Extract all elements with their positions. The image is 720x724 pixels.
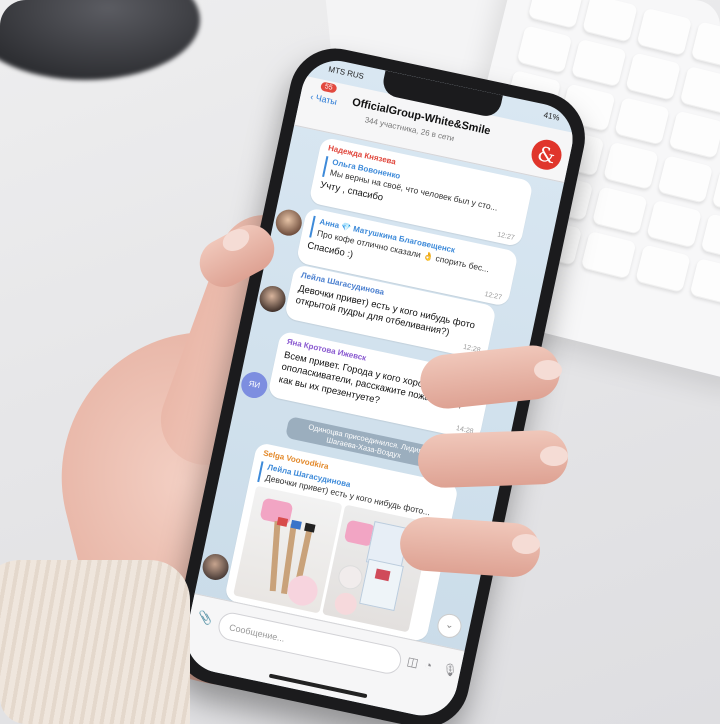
photo-scene: ‹ Чаты 55 OfficialGroup-White&Smile 344 … [0, 0, 720, 724]
group-avatar[interactable]: & [528, 136, 565, 173]
microphone-icon[interactable]: 🎙 [441, 662, 459, 679]
unread-badge: 55 [319, 81, 338, 94]
user-avatar[interactable] [257, 283, 288, 315]
paperclip-icon[interactable]: 📎 [196, 610, 214, 627]
sticker-icon[interactable]: ◫ [406, 654, 420, 670]
back-button[interactable]: ‹ Чаты [309, 92, 337, 107]
background-dark-object [0, 0, 200, 80]
fingernail [534, 360, 562, 380]
user-avatar[interactable] [200, 551, 232, 583]
user-avatar[interactable] [273, 207, 305, 239]
carrier-label: MTS RUS [327, 64, 365, 81]
sweater-sleeve [0, 560, 190, 724]
user-avatar[interactable]: ЯИ [238, 369, 270, 401]
clock-icon[interactable]: ◔ [423, 658, 433, 673]
fingernail [540, 446, 568, 466]
back-label: Чаты [314, 92, 338, 107]
fingernail [512, 534, 540, 554]
battery-label: 41% [542, 110, 561, 123]
